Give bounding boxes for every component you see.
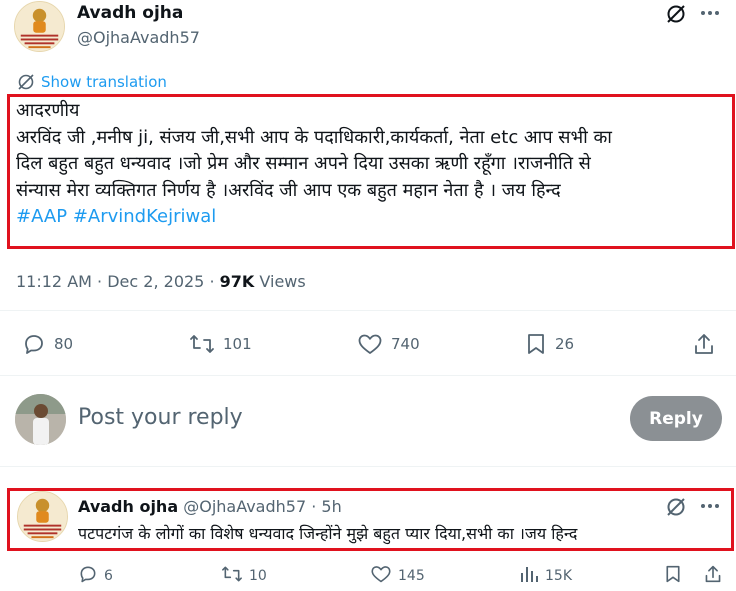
bookmark-action[interactable]: 26 [525, 332, 574, 356]
reply-input[interactable]: Post your reply [78, 405, 598, 430]
views-label: Views [259, 272, 306, 291]
views-count: 15K [545, 568, 572, 584]
reply-action[interactable]: 6 [78, 564, 113, 588]
bookmark-icon [664, 564, 682, 588]
tweet-text: आदरणीय अरविंद जी ,मनीष ji, संजय जी,सभी आ… [16, 98, 731, 231]
tweet-date[interactable]: Dec 2, 2025 [107, 272, 204, 291]
more-options-icon[interactable] [700, 10, 720, 16]
like-action[interactable]: 740 [357, 332, 420, 356]
reply-icon [22, 332, 46, 356]
repost-count: 10 [249, 568, 267, 584]
reply-button[interactable]: Reply [630, 396, 722, 441]
heart-icon [357, 332, 383, 356]
hashtag-aap[interactable]: #AAP [16, 206, 67, 227]
share-icon [704, 564, 722, 588]
repost-icon [189, 332, 215, 356]
share-action[interactable] [693, 332, 715, 356]
show-translation-label: Show translation [41, 73, 167, 91]
user-avatar[interactable] [15, 394, 66, 445]
reply-count: 80 [54, 335, 74, 353]
separator-dot: · [97, 272, 103, 291]
hashtag-arvindkejriwal[interactable]: #ArvindKejriwal [73, 206, 216, 227]
grok-icon[interactable] [665, 3, 687, 25]
author-name[interactable]: Avadh ojha [77, 3, 183, 23]
repost-count: 101 [223, 335, 252, 353]
tweet-time[interactable]: 11:12 AM [16, 272, 92, 291]
author-avatar[interactable] [14, 1, 65, 52]
reply-author-name[interactable]: Avadh ojha [78, 497, 178, 516]
tweet-text-line: आदरणीय [16, 100, 80, 121]
reply-action[interactable]: 80 [22, 332, 73, 356]
repost-icon [221, 564, 243, 588]
bookmark-count: 26 [555, 335, 575, 353]
reply-author-handle[interactable]: @OjhaAvadh57 [183, 497, 306, 516]
repost-action[interactable]: 101 [189, 332, 252, 356]
share-icon [693, 332, 715, 356]
reply-age[interactable]: 5h [321, 497, 341, 516]
analytics-icon [519, 564, 539, 588]
hashtag-line: #AAP #ArvindKejriwal [16, 204, 731, 231]
views-count: 97K [219, 272, 255, 291]
like-count: 740 [391, 335, 420, 353]
divider [0, 466, 736, 467]
grok-icon[interactable] [665, 496, 687, 518]
tweet-text-line: संन्यास मेरा व्यक्तिगत निर्णय है ।अरविंद… [16, 179, 561, 201]
tweet-text-line: अरविंद जी ,मनीष ji, संजय जी,सभी आप के पद… [16, 126, 612, 148]
share-action[interactable] [704, 564, 722, 588]
divider [0, 310, 736, 311]
reply-icon [78, 564, 98, 588]
reply-count: 6 [104, 568, 113, 584]
divider [0, 375, 736, 376]
tweet-metadata: 11:12 AM · Dec 2, 2025 · 97K Views [16, 272, 306, 291]
show-translation-link[interactable]: Show translation [17, 73, 167, 91]
translate-icon [17, 73, 35, 91]
like-action[interactable]: 145 [370, 564, 425, 588]
reply-header: Avadh ojha @OjhaAvadh57 · 5h [78, 497, 342, 516]
tweet-text-line: दिल बहुत बहुत धन्यवाद ।जो प्रेम और सम्मा… [16, 153, 591, 174]
author-handle[interactable]: @OjhaAvadh57 [77, 28, 200, 47]
reply-text: पटपटगंज के लोगों का विशेष धन्यवाद जिन्हो… [78, 524, 578, 543]
bookmark-icon [525, 332, 547, 356]
bookmark-action[interactable] [664, 564, 682, 588]
like-count: 145 [398, 568, 425, 584]
separator-dot: · [311, 497, 317, 516]
repost-action[interactable]: 10 [221, 564, 267, 588]
heart-icon [370, 564, 392, 588]
more-options-icon[interactable] [700, 503, 720, 509]
separator-dot: · [209, 272, 215, 291]
views-action[interactable]: 15K [519, 564, 572, 588]
